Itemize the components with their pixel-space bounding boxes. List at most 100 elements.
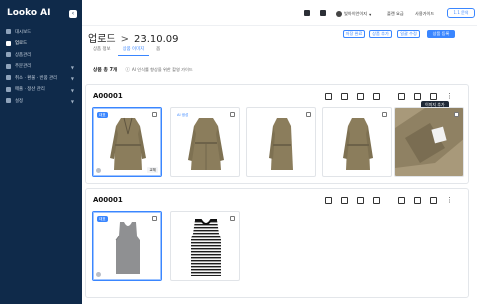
sidebar-item-label: 설정 [15, 98, 24, 104]
sidebar-item-settings[interactable]: 설정 ▼ [0, 95, 82, 107]
magic-wand-icon[interactable] [357, 197, 364, 204]
tab-product-info[interactable]: 상품 정보 [88, 46, 116, 56]
product-code: A00001 [93, 196, 123, 204]
cart-icon [6, 63, 11, 69]
image-checkbox[interactable] [454, 112, 459, 117]
replace-button[interactable]: 교체 [147, 167, 158, 173]
sidebar: Looko AI ‹ 대시보드 업로드 상품관리 주문관리 ▼ 취소 · 환불 … [0, 0, 82, 304]
ai-generated-tag: AI 생성 [177, 113, 189, 117]
trash-icon[interactable] [398, 93, 405, 100]
add-image-icon[interactable] [414, 197, 421, 204]
tab-bar: 상품 정보 상품 이미지 옵 [88, 46, 167, 56]
save-button[interactable]: 저장 완료 [343, 30, 365, 38]
sidebar-item-dashboard[interactable]: 대시보드 [0, 26, 82, 38]
copy-icon[interactable] [341, 93, 348, 100]
image-checkbox[interactable] [382, 112, 387, 117]
main-image-tag: 대표 [97, 216, 108, 222]
striped-tank-top-image [191, 219, 221, 276]
sidebar-nav: 대시보드 업로드 상품관리 주문관리 ▼ 취소 · 환불 · 반품 관리 ▼ 매… [0, 26, 82, 107]
delete-icon[interactable] [325, 197, 332, 204]
magic-wand-icon[interactable] [357, 93, 364, 100]
return-icon [6, 75, 11, 81]
product-count: 상품 총 7개 [93, 68, 118, 73]
bell-icon[interactable] [304, 10, 310, 16]
product-count-row: 상품 총 7개 ⓘ AI 인식률 향상을 위한 촬영 가이드 [93, 66, 193, 74]
sidebar-item-orders[interactable]: 주문관리 ▼ [0, 61, 82, 73]
won-icon [6, 86, 11, 92]
image-checkbox[interactable] [230, 112, 235, 117]
top-bar: 빛아이언이지 ▾ 플랜 요금 사용가이드 1.1 문의 [82, 0, 477, 26]
breadcrumb-current: 23.10.09 [134, 34, 179, 45]
user-name: 빛아이언이지 [344, 11, 368, 16]
trench-coat-detail-image [343, 118, 373, 170]
breadcrumb-separator: > [120, 34, 129, 45]
sidebar-item-products[interactable]: 상품관리 [0, 49, 82, 61]
dashboard-icon [6, 29, 11, 35]
image-thumbnail[interactable] [246, 107, 316, 177]
chevron-down-icon: ▼ [70, 99, 74, 104]
upload-icon [6, 40, 11, 46]
delete-icon[interactable] [325, 93, 332, 100]
plan-link[interactable]: 플랜 요금 [387, 11, 404, 17]
bulk-edit-button[interactable]: 일괄 수정 [397, 30, 420, 38]
page-title: 업로드 >23.10.09 [88, 30, 179, 45]
more-icon[interactable]: ⋮ [446, 197, 453, 204]
sidebar-item-upload[interactable]: 업로드 [0, 38, 82, 50]
sidebar-item-returns[interactable]: 취소 · 환불 · 반품 관리 ▼ [0, 72, 82, 84]
chevron-down-icon: ▼ [70, 76, 74, 81]
add-product-button[interactable]: 상품 추가 [369, 30, 392, 38]
product-card: A00001 ⋮ 이미지 추가 대표 교체 AI 생성 [85, 84, 469, 184]
product-card: A00001 ⋮ 대표 [85, 188, 469, 298]
zoom-icon[interactable] [96, 272, 101, 277]
sidebar-item-sales[interactable]: 매출 · 정산 관리 ▼ [0, 84, 82, 96]
folder-icon[interactable] [373, 93, 380, 100]
image-thumbnail[interactable]: 대표 [92, 211, 162, 281]
add-image-icon[interactable] [414, 93, 421, 100]
main-image-tag: 대표 [97, 112, 108, 118]
image-thumbnail[interactable] [322, 107, 392, 177]
zoom-icon[interactable] [96, 168, 101, 173]
image-checkbox[interactable] [306, 112, 311, 117]
guide-link[interactable]: 사용가이드 [415, 11, 434, 17]
card-toolbar: ⋮ [316, 197, 453, 204]
image-thumbnail[interactable] [394, 107, 464, 177]
image-checkbox[interactable] [230, 216, 235, 221]
folder-move-icon[interactable] [430, 197, 437, 204]
product-code: A00001 [93, 92, 123, 100]
image-thumbnail[interactable]: AI 생성 [170, 107, 240, 177]
info-icon: ⓘ [125, 67, 130, 73]
sidebar-item-label: 주문관리 [15, 64, 32, 70]
gray-tank-top-image [115, 222, 140, 274]
sidebar-item-label: 취소 · 환불 · 반품 관리 [15, 75, 58, 81]
folder-move-icon[interactable] [430, 93, 437, 100]
copy-icon[interactable] [341, 197, 348, 204]
chevron-down-icon: ▾ [369, 11, 372, 17]
gear-icon [6, 98, 11, 104]
card-toolbar: ⋮ [316, 93, 453, 100]
sidebar-item-label: 매출 · 정산 관리 [15, 87, 45, 93]
trench-coat-back-image [188, 118, 224, 170]
inquiry-badge[interactable]: 1.1 문의 [447, 8, 475, 18]
folder-icon[interactable] [373, 197, 380, 204]
chevron-down-icon: ▼ [70, 87, 74, 93]
trash-icon[interactable] [398, 197, 405, 204]
photo-guide-link[interactable]: AI 인식률 향상을 위한 촬영 가이드 [132, 67, 193, 73]
image-thumbnail[interactable] [170, 211, 240, 281]
user-menu[interactable]: 빛아이언이지 ▾ [336, 11, 371, 17]
sidebar-item-label: 업로드 [15, 41, 28, 47]
register-product-button[interactable]: 상품 등록 [427, 30, 455, 38]
image-checkbox[interactable] [152, 216, 157, 221]
more-icon[interactable]: ⋮ [446, 93, 453, 100]
notification-icon[interactable] [320, 10, 326, 16]
image-thumbnail[interactable]: 대표 교체 [92, 107, 162, 177]
chevron-left-icon[interactable]: ‹ [69, 10, 77, 18]
breadcrumb-root[interactable]: 업로드 [88, 34, 116, 45]
trench-coat-side-image [269, 118, 293, 170]
brand-logo: Looko AI [7, 8, 51, 18]
image-checkbox[interactable] [152, 112, 157, 117]
tab-options[interactable]: 옵 [151, 46, 165, 56]
avatar [336, 11, 342, 17]
tab-product-images[interactable]: 상품 이미지 [117, 46, 150, 56]
trench-coat-label-closeup-image [395, 108, 463, 176]
user-icon [6, 52, 11, 58]
